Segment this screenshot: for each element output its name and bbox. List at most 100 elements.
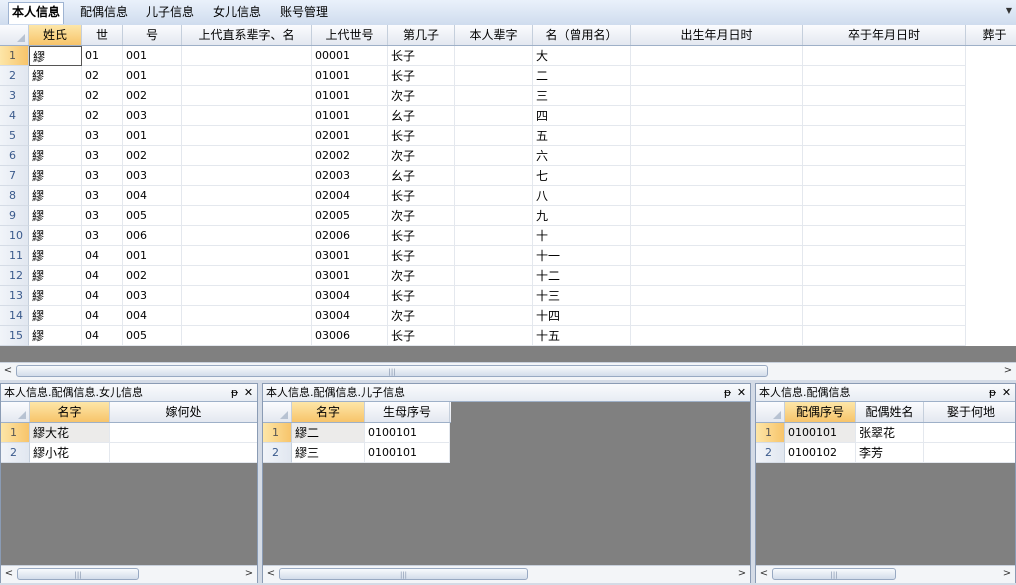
spouse-cell[interactable] — [924, 423, 1015, 443]
sons-cell[interactable]: 0100101 — [365, 423, 450, 443]
main-cell[interactable] — [455, 86, 533, 106]
main-cell[interactable]: 繆 — [29, 326, 82, 346]
daughters-cell[interactable]: 繆大花 — [30, 423, 110, 443]
main-row-number[interactable]: 10 — [0, 226, 29, 246]
main-cell[interactable]: 03 — [82, 146, 123, 166]
arrow-right-icon[interactable]: > — [999, 566, 1015, 583]
sons-cell[interactable]: 0100101 — [365, 443, 450, 463]
main-row-number[interactable]: 15 — [0, 326, 29, 346]
main-row-number[interactable]: 6 — [0, 146, 29, 166]
main-cell[interactable] — [631, 266, 803, 286]
main-cell[interactable] — [455, 246, 533, 266]
main-cell[interactable] — [455, 326, 533, 346]
main-cell[interactable]: 十五 — [533, 326, 631, 346]
main-cell[interactable]: 繆 — [29, 166, 82, 186]
main-cell[interactable]: 繆 — [29, 286, 82, 306]
main-cell[interactable]: 长子 — [388, 66, 455, 86]
main-cell[interactable] — [803, 46, 966, 66]
main-cell[interactable] — [803, 306, 966, 326]
main-cell[interactable] — [182, 246, 312, 266]
spouse-horizontal-scrollbar[interactable]: < ||| > — [756, 565, 1015, 583]
main-cell[interactable] — [631, 146, 803, 166]
main-column-header[interactable]: 名（曾用名） — [533, 25, 631, 45]
main-cell[interactable]: 02003 — [312, 166, 388, 186]
daughters-row-number[interactable]: 2 — [1, 443, 30, 463]
main-column-header[interactable]: 卒于年月日时 — [803, 25, 966, 45]
main-cell[interactable]: 03 — [82, 226, 123, 246]
main-cell[interactable] — [182, 266, 312, 286]
main-cell[interactable]: 繆 — [29, 86, 82, 106]
main-cell[interactable] — [455, 126, 533, 146]
main-column-header[interactable]: 葬于 — [966, 25, 1016, 45]
tab-spouse-info[interactable]: 配偶信息 — [77, 3, 131, 22]
spouse-column-header[interactable]: 配偶姓名 — [856, 402, 924, 422]
main-cell[interactable]: 04 — [82, 286, 123, 306]
main-cell[interactable]: 02001 — [312, 126, 388, 146]
main-cell[interactable]: 04 — [82, 246, 123, 266]
main-select-all-corner[interactable] — [0, 25, 29, 45]
main-cell[interactable]: 十一 — [533, 246, 631, 266]
main-cell[interactable]: 02 — [82, 66, 123, 86]
daughters-cell[interactable]: 繆小花 — [30, 443, 110, 463]
main-cell[interactable]: 02002 — [312, 146, 388, 166]
main-cell[interactable]: 001 — [123, 126, 182, 146]
main-cell[interactable] — [803, 86, 966, 106]
tab-son-info[interactable]: 儿子信息 — [143, 3, 197, 22]
main-cell[interactable]: 04 — [82, 266, 123, 286]
main-cell[interactable]: 长子 — [388, 46, 455, 66]
main-cell[interactable]: 繆 — [29, 186, 82, 206]
main-row-number[interactable]: 9 — [0, 206, 29, 226]
daughters-cell[interactable] — [110, 443, 257, 463]
main-cell[interactable] — [803, 126, 966, 146]
sons-scroll-thumb[interactable]: ||| — [279, 568, 528, 580]
main-cell[interactable] — [455, 106, 533, 126]
sons-horizontal-scrollbar[interactable]: < ||| > — [263, 565, 750, 583]
main-cell[interactable]: 次子 — [388, 266, 455, 286]
main-cell[interactable]: 04 — [82, 326, 123, 346]
main-column-header[interactable]: 本人辈字 — [455, 25, 533, 45]
main-cell[interactable] — [455, 206, 533, 226]
tab-self-info[interactable]: 本人信息 — [8, 2, 65, 24]
main-cell[interactable]: 005 — [123, 326, 182, 346]
main-column-header[interactable]: 出生年月日时 — [631, 25, 803, 45]
arrow-right-icon[interactable]: > — [1000, 363, 1016, 380]
main-column-header[interactable]: 第几子 — [388, 25, 455, 45]
arrow-right-icon[interactable]: > — [734, 566, 750, 583]
main-cell[interactable] — [631, 326, 803, 346]
main-cell[interactable]: 繆 — [29, 46, 82, 66]
main-cell[interactable]: 005 — [123, 206, 182, 226]
main-row-number[interactable]: 3 — [0, 86, 29, 106]
main-table-row[interactable]: 1 繆 01 001 00001 长子 大 — [0, 46, 1016, 66]
main-cell[interactable]: 十四 — [533, 306, 631, 326]
main-table-row[interactable]: 3 繆 02 002 01001 次子 三 — [0, 86, 1016, 106]
main-cell[interactable] — [803, 206, 966, 226]
main-row-number[interactable]: 4 — [0, 106, 29, 126]
main-row-number[interactable]: 14 — [0, 306, 29, 326]
main-cell[interactable]: 次子 — [388, 86, 455, 106]
main-cell[interactable] — [803, 66, 966, 86]
main-cell[interactable]: 03 — [82, 166, 123, 186]
chevron-down-icon[interactable]: ▼ — [1006, 6, 1012, 15]
main-cell[interactable] — [182, 206, 312, 226]
main-cell[interactable] — [182, 106, 312, 126]
main-cell[interactable]: 001 — [123, 46, 182, 66]
sons-row-number[interactable]: 2 — [263, 443, 292, 463]
main-cell[interactable]: 002 — [123, 86, 182, 106]
main-cell[interactable] — [455, 46, 533, 66]
main-cell[interactable]: 01001 — [312, 86, 388, 106]
main-cell[interactable]: 繆 — [29, 206, 82, 226]
sons-row-number[interactable]: 1 — [263, 423, 292, 443]
spouse-row-number[interactable]: 1 — [756, 423, 785, 443]
sons-cell[interactable]: 繆三 — [292, 443, 365, 463]
main-table-row[interactable]: 13 繆 04 003 03004 长子 十三 — [0, 286, 1016, 306]
main-cell[interactable] — [803, 266, 966, 286]
main-cell[interactable]: 02005 — [312, 206, 388, 226]
spouse-cell[interactable]: 李芳 — [856, 443, 924, 463]
main-cell[interactable] — [182, 66, 312, 86]
main-cell[interactable]: 次子 — [388, 306, 455, 326]
daughters-column-header[interactable]: 嫁何处 — [110, 402, 257, 422]
main-cell[interactable] — [631, 66, 803, 86]
main-cell[interactable]: 00001 — [312, 46, 388, 66]
main-cell[interactable] — [803, 226, 966, 246]
spouse-table-row[interactable]: 1 0100101 张翠花 — [756, 423, 1015, 443]
